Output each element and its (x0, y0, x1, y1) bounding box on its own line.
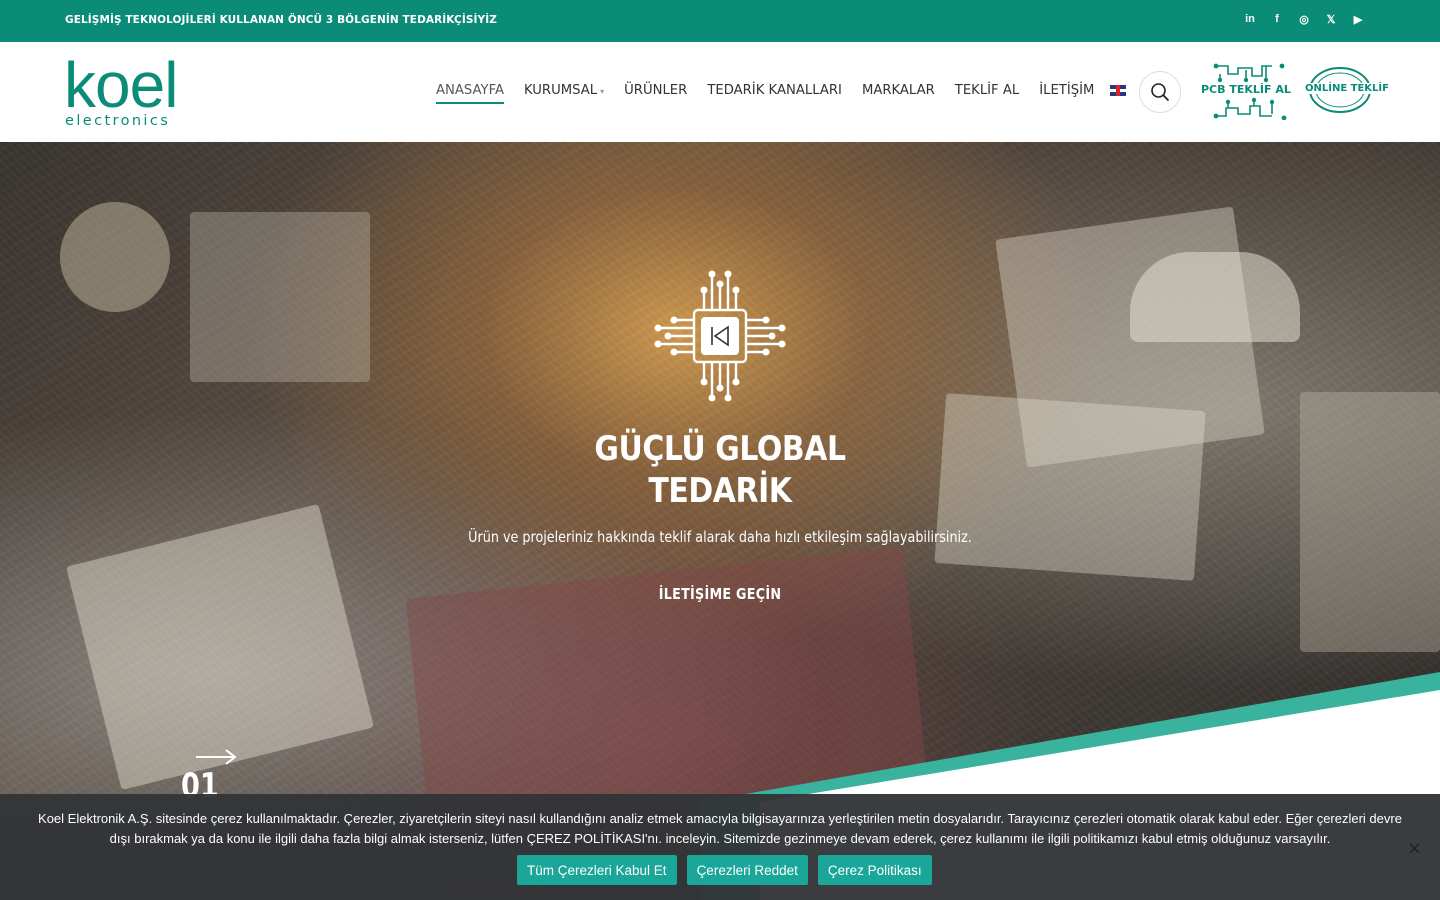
uk-flag-icon[interactable] (1110, 85, 1127, 96)
cookie-text: Koel Elektronik A.Ş. sitesinde çerez kul… (38, 811, 1402, 846)
chevron-down-icon: ▾ (600, 87, 605, 96)
main-nav: ANASAYFA KURUMSAL ▾ ÜRÜNLER TEDARİK KANAL… (436, 83, 1127, 104)
search-button[interactable] (1139, 71, 1181, 113)
nav-item-teklif-al[interactable]: TEKLİF AL (955, 83, 1019, 98)
logo-wordmark: koel (64, 49, 178, 121)
nav-item-urunler[interactable]: ÜRÜNLER (624, 83, 687, 98)
nav-item-iletisim[interactable]: İLETİŞİM (1039, 83, 1094, 98)
reject-cookies-button[interactable]: Çerezleri Reddet (686, 855, 808, 885)
cookie-policy-button[interactable]: Çerez Politikası (817, 855, 932, 885)
instagram-icon[interactable]: ◎ (1297, 12, 1311, 26)
koel-logo[interactable]: koel electronics (64, 49, 194, 131)
site-header: koel electronics ANASAYFA KURUMSAL ▾ ÜRÜN… (0, 42, 1440, 142)
top-tagline: GELİŞMİŞ TEKNOLOJİLERİ KULLANAN ÖNCÜ 3 B… (65, 14, 497, 26)
search-icon (1151, 83, 1170, 102)
online-badge-label: ONLİNE TEKLİF (1304, 83, 1390, 94)
nav-item-markalar[interactable]: MARKALAR (862, 83, 935, 98)
hero-slider: GÜÇLÜ GLOBAL TEDARİK Ürün ve projelerini… (0, 142, 1440, 900)
social-links: in f ◎ 𝕏 ▶ (1243, 12, 1365, 26)
linkedin-icon[interactable]: in (1243, 12, 1257, 26)
cookie-banner: Koel Elektronik A.Ş. sitesinde çerez kul… (0, 794, 1440, 900)
youtube-icon[interactable]: ▶ (1351, 12, 1365, 26)
decorative-diagonal (700, 672, 1440, 900)
online-teklif-badge[interactable]: ONLİNE TEKLİF (1303, 64, 1390, 116)
nav-item-kurumsal[interactable]: KURUMSAL ▾ (524, 83, 604, 98)
facebook-icon[interactable]: f (1270, 12, 1284, 26)
logo-subtitle: electronics (65, 113, 171, 129)
pcb-badge-label: PCB TEKLİF AL (1200, 83, 1292, 96)
nav-item-tedarik-kanallari[interactable]: TEDARİK KANALLARI (707, 83, 842, 98)
x-twitter-icon[interactable]: 𝕏 (1324, 12, 1338, 26)
nav-item-anasayfa[interactable]: ANASAYFA (436, 83, 504, 104)
accept-cookies-button[interactable]: Tüm Çerezleri Kabul Et (517, 855, 677, 885)
pcb-teklif-badge[interactable]: PCB TEKLİF AL (1198, 62, 1292, 121)
cookie-buttons: Tüm Çerezleri Kabul Et Çerezleri Reddet … (517, 855, 932, 885)
close-icon[interactable]: × (1407, 838, 1422, 859)
nav-item-kurumsal-label: KURUMSAL (523, 83, 598, 98)
top-bar: GELİŞMİŞ TEKNOLOJİLERİ KULLANAN ÖNCÜ 3 B… (0, 0, 1440, 42)
